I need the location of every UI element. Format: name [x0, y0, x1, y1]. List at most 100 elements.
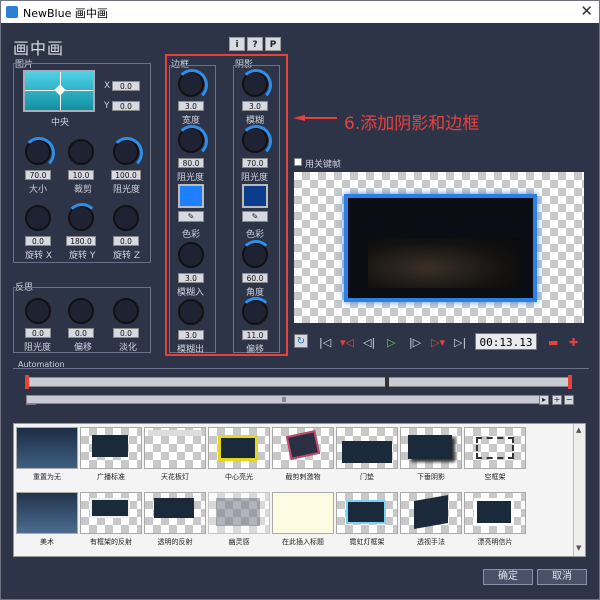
y-input[interactable]: 0.0 — [112, 101, 140, 111]
x-input[interactable]: 0.0 — [112, 81, 140, 91]
preset-thumbnail[interactable]: 霓虹灯框架 — [336, 492, 398, 552]
shadow-color-swatch[interactable] — [242, 184, 268, 208]
rotate-x-value[interactable]: 0.0 — [25, 236, 51, 246]
size-knob[interactable] — [23, 137, 55, 169]
crop-value[interactable]: 10.0 — [68, 170, 94, 180]
border-blur-out-value[interactable]: 3.0 — [178, 330, 204, 340]
preset-thumbnail[interactable]: 天花板灯 — [144, 427, 206, 487]
shadow-offset-value[interactable]: 11.0 — [242, 330, 268, 340]
loop-button[interactable]: ↻ — [294, 334, 308, 348]
shadow-blur-knob[interactable] — [240, 69, 272, 101]
reflection-fade-label: 淡化 — [119, 343, 138, 353]
reflection-offset-value[interactable]: 0.0 — [68, 328, 94, 338]
preset-thumbnail[interactable]: 空框架 — [464, 427, 526, 487]
border-opacity-knob[interactable] — [176, 125, 208, 157]
border-blur-in-value[interactable]: 3.0 — [178, 273, 204, 283]
step-back-button[interactable]: ◁| — [363, 336, 375, 349]
shadow-opacity-knob[interactable] — [240, 125, 272, 157]
timecode-display[interactable]: 00:13.13 — [475, 333, 537, 350]
preset-position-label: 中央 — [51, 118, 70, 128]
keyframe-checkbox[interactable] — [294, 158, 302, 166]
preset-thumbnail[interactable]: 门垫 — [336, 427, 398, 487]
remove-keyframe-icon[interactable]: ▬ — [548, 336, 558, 349]
preset-thumbnail[interactable]: 下垂阴影 — [400, 427, 462, 487]
preset-thumbnail[interactable]: 在此插入标题 — [272, 492, 334, 552]
rotate-z-value[interactable]: 0.0 — [113, 236, 139, 246]
border-width-value[interactable]: 3.0 — [178, 101, 204, 111]
zoom-in-icon[interactable]: + — [552, 395, 562, 405]
timeline-scrollbar[interactable] — [26, 395, 546, 404]
scroll-right-icon[interactable]: ▸ — [539, 395, 549, 405]
border-color-swatch[interactable] — [178, 184, 204, 208]
border-opacity-value[interactable]: 80.0 — [178, 158, 204, 168]
rotate-z-knob[interactable] — [113, 205, 139, 231]
opacity-knob[interactable] — [111, 137, 143, 169]
shadow-offset-knob[interactable] — [240, 297, 272, 325]
border-width-knob[interactable] — [176, 69, 208, 101]
scroll-up-icon[interactable]: ▲ — [576, 426, 581, 434]
page-title: 画中画 — [13, 39, 65, 58]
shadow-eyedropper-icon[interactable]: ✎ — [242, 211, 268, 222]
position-pad[interactable] — [23, 70, 95, 112]
reflection-opacity-value[interactable]: 0.0 — [25, 328, 51, 338]
help-button[interactable]: ? — [247, 37, 263, 51]
preset-thumbnail[interactable]: 透明的反射 — [144, 492, 206, 552]
ok-button[interactable]: 确定 — [483, 569, 533, 585]
app-logo-icon — [6, 6, 18, 18]
scroll-thumb[interactable] — [282, 397, 286, 402]
title-bar: NewBlue 画中画 ✕ — [1, 1, 599, 23]
playhead-marker[interactable] — [385, 375, 389, 389]
preset-thumbnail[interactable]: 重置为无 — [16, 427, 78, 487]
border-eyedropper-icon[interactable]: ✎ — [178, 211, 204, 222]
scroll-down-icon[interactable]: ▼ — [576, 544, 581, 552]
preset-button[interactable]: P — [265, 37, 281, 51]
play-button[interactable]: ▷ — [387, 336, 395, 349]
position-handle-icon[interactable] — [54, 84, 66, 96]
reflection-opacity-knob[interactable] — [25, 298, 51, 324]
gallery-scrollbar[interactable]: ▲ ▼ — [573, 424, 585, 556]
border-blur-out-knob[interactable] — [178, 299, 204, 325]
reflection-offset-knob[interactable] — [68, 298, 94, 324]
info-button[interactable]: i — [229, 37, 245, 51]
preset-thumbnail[interactable]: 幽灵感 — [208, 492, 270, 552]
preset-thumbnail[interactable]: 漂亮明信片 — [464, 492, 526, 552]
preset-thumbnail[interactable]: 美术 — [16, 492, 78, 552]
keyframe-label: 用关键帧 — [305, 160, 342, 170]
start-keyframe-marker[interactable] — [25, 375, 29, 389]
border-blur-in-knob[interactable] — [178, 242, 204, 268]
cancel-button[interactable]: 取消 — [537, 569, 587, 585]
automation-track[interactable] — [25, 375, 572, 389]
preset-thumbnail[interactable]: 透视手法 — [400, 492, 462, 552]
annotation-text: 6.添加阴影和边框 — [344, 114, 480, 134]
preset-thumbnail[interactable]: 中心亮光 — [208, 427, 270, 487]
automation-divider — [13, 368, 589, 369]
crop-knob[interactable] — [68, 139, 94, 165]
reflection-fade-value[interactable]: 0.0 — [113, 328, 139, 338]
preset-thumbnail[interactable]: 截剪刺激物 — [272, 427, 334, 487]
add-keyframe-icon[interactable]: ✚ — [569, 336, 578, 349]
shadow-opacity-value[interactable]: 70.0 — [242, 158, 268, 168]
shadow-angle-knob[interactable] — [240, 240, 272, 268]
go-end-button[interactable]: ▷| — [454, 336, 466, 349]
preset-thumbnail[interactable]: 广播标准 — [80, 427, 142, 487]
prev-keyframe-button[interactable]: ▾◁ — [340, 336, 354, 349]
zoom-out-icon[interactable]: − — [564, 395, 574, 405]
shadow-angle-value[interactable]: 60.0 — [242, 273, 268, 283]
step-forward-button[interactable]: |▷ — [409, 336, 421, 349]
rotate-y-knob[interactable] — [66, 203, 98, 231]
next-keyframe-button[interactable]: ▷▾ — [431, 336, 445, 349]
size-value[interactable]: 70.0 — [25, 170, 51, 180]
shadow-blur-value[interactable]: 3.0 — [242, 101, 268, 111]
go-start-button[interactable]: |◁ — [319, 336, 331, 349]
close-icon[interactable]: ✕ — [580, 2, 593, 20]
rotate-x-knob[interactable] — [25, 205, 51, 231]
end-keyframe-marker[interactable] — [568, 375, 572, 389]
reflection-fade-knob[interactable] — [113, 298, 139, 324]
preset-thumbnail[interactable]: 有框架的反射 — [80, 492, 142, 552]
annotation-arrow-icon — [293, 115, 337, 121]
plugin-window: NewBlue 画中画 ✕ 画中画 i ? P 图片 X 0.0 Y 0.0 中… — [0, 0, 600, 600]
shadow-opacity-label: 阻光度 — [241, 173, 269, 183]
crop-label: 裁剪 — [74, 185, 93, 195]
opacity-value[interactable]: 100.0 — [111, 170, 141, 180]
rotate-y-value[interactable]: 180.0 — [66, 236, 96, 246]
